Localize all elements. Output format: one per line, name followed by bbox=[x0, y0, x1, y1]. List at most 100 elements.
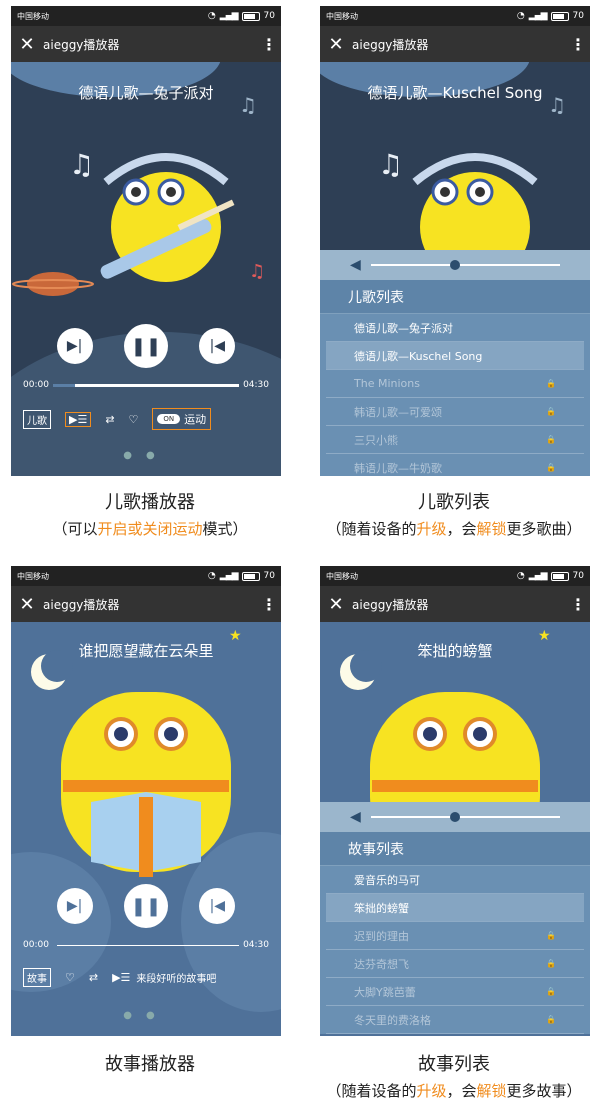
time-total: 04:30 bbox=[243, 380, 269, 390]
playlist-item-label: 大脚Y跳芭蕾 bbox=[354, 985, 416, 999]
toggle-on-label: ON bbox=[157, 414, 181, 424]
playlist-item[interactable]: 爱音乐的马可 bbox=[326, 866, 584, 894]
app-bar: ✕ aieggy播放器 ⋮ bbox=[320, 586, 590, 622]
playlist-item-label: 冬天里的费洛格 bbox=[354, 1013, 431, 1027]
playlist-item[interactable]: 德语儿歌—兔子派对 bbox=[326, 314, 584, 342]
progress-bar[interactable]: 00:00 04:30 bbox=[23, 940, 269, 950]
lock-icon: 🔒 bbox=[546, 379, 556, 388]
player-options: 儿歌 ▶☰ ⇄ ♡ ON 运动 bbox=[23, 408, 269, 430]
wifi-icon: ◔ bbox=[207, 571, 216, 581]
skip-back-icon: |◀ bbox=[209, 898, 226, 914]
pause-button[interactable]: ❚❚ bbox=[123, 884, 168, 928]
more-button[interactable]: ⋮ bbox=[566, 595, 590, 614]
story-prompt[interactable]: 来段好听的故事吧 bbox=[136, 970, 216, 985]
lock-icon: 🔒 bbox=[546, 1015, 556, 1024]
repeat-icon[interactable]: ⇄ bbox=[89, 971, 98, 984]
playlist-item[interactable]: 韩语儿歌—牛奶歌 🔒 bbox=[326, 454, 584, 476]
speaker-icon: ◀ bbox=[350, 257, 361, 273]
app-title: aieggy播放器 bbox=[43, 597, 120, 612]
player-screen: ★ 笨拙的螃蟹 ◀ 故事列表 爱音乐的马可 笨拙的螃蟹 迟到的理由 🔒 达芬奇想飞 🔒 大脚… bbox=[320, 622, 590, 1036]
more-button[interactable]: ⋮ bbox=[257, 595, 281, 614]
carrier-label: 中国移动 bbox=[326, 11, 358, 21]
song-title: 笨拙的螃蟹 bbox=[417, 642, 493, 660]
playlist-item-label: 爱音乐的马可 bbox=[354, 873, 420, 887]
progress-fill bbox=[52, 383, 76, 387]
page-indicator: ●● bbox=[123, 450, 169, 461]
lock-icon: 🔒 bbox=[546, 959, 556, 968]
playlist-title: 儿歌列表 bbox=[320, 280, 590, 314]
lock-icon: 🔒 bbox=[546, 931, 556, 940]
phone-kids-song-player: 中国移动 ◔ ▂▄▆ 70 ✕ aieggy播放器 ⋮ ♫ ♫ ♫ 德语儿歌—兔子派… bbox=[11, 6, 281, 476]
pause-icon: ❚❚ bbox=[130, 335, 162, 357]
caption-title: 儿歌播放器 bbox=[105, 492, 195, 513]
signal-icon: ▂▄▆ bbox=[528, 11, 548, 21]
playlist-item[interactable]: 迟到的理由 🔒 bbox=[326, 922, 584, 950]
playlist-item[interactable]: 冬天里的费洛格 🔒 bbox=[326, 1006, 584, 1034]
close-button[interactable]: ✕ bbox=[11, 34, 43, 55]
motion-label: 运动 bbox=[184, 413, 207, 426]
progress-fill bbox=[52, 944, 57, 948]
caption-title: 儿歌列表 bbox=[418, 492, 490, 513]
volume-knob[interactable] bbox=[450, 260, 461, 270]
playlist-item[interactable]: 达芬奇想飞 🔒 bbox=[326, 950, 584, 978]
status-bar: 中国移动 ◔ ▂▄▆ 70 bbox=[11, 566, 281, 586]
playlist-item[interactable]: 笨拙的螃蟹 bbox=[326, 894, 584, 922]
more-button[interactable]: ⋮ bbox=[257, 35, 281, 54]
playlist-item[interactable]: 韩语儿歌—可爱颂 🔒 bbox=[326, 398, 584, 426]
battery-level: 70 bbox=[572, 11, 584, 21]
motion-mode-toggle[interactable]: ON 运动 bbox=[152, 408, 212, 430]
volume-knob[interactable] bbox=[450, 812, 461, 822]
playlist-item[interactable]: The Minions 🔒 bbox=[326, 370, 584, 398]
playlist-item[interactable]: 德语儿歌—Kuschel Song bbox=[326, 342, 584, 370]
playlist-panel: ◀ 故事列表 爱音乐的马可 笨拙的螃蟹 迟到的理由 🔒 达芬奇想飞 🔒 大脚Y跳芭蕾 🔒 冬天里… bbox=[320, 802, 590, 1034]
battery-level: 70 bbox=[572, 571, 584, 581]
heart-icon[interactable]: ♡ bbox=[65, 971, 75, 984]
category-tag[interactable]: 儿歌 bbox=[23, 409, 51, 429]
pause-button[interactable]: ❚❚ bbox=[123, 324, 168, 368]
svg-text:♫: ♫ bbox=[378, 148, 403, 181]
battery-icon bbox=[550, 11, 569, 21]
next-button[interactable]: ▶| bbox=[56, 328, 93, 364]
caption-story-list: 故事列表 （随着设备的升级，会解锁更多故事） bbox=[306, 1050, 602, 1101]
next-button[interactable]: ▶| bbox=[56, 888, 93, 924]
category-tag[interactable]: 故事 bbox=[23, 968, 51, 987]
close-button[interactable]: ✕ bbox=[320, 594, 352, 615]
progress-bar[interactable]: 00:00 04:30 bbox=[23, 380, 269, 390]
close-button[interactable]: ✕ bbox=[320, 34, 352, 55]
app-bar: ✕ aieggy播放器 ⋮ bbox=[320, 26, 590, 62]
skip-back-icon: |◀ bbox=[209, 338, 226, 354]
wifi-icon: ◔ bbox=[516, 571, 525, 581]
player-screen: ★ 谁把愿望藏在云朵里 ▶| ❚❚ |◀ 00:00 04:30 故事 ♡ ⇄ … bbox=[11, 622, 281, 1036]
volume-control[interactable]: ◀ bbox=[320, 802, 590, 832]
repeat-icon[interactable]: ⇄ bbox=[105, 413, 114, 426]
time-elapsed: 00:00 bbox=[23, 940, 49, 950]
previous-button[interactable]: |◀ bbox=[199, 328, 236, 364]
caption-story-player: 故事播放器 bbox=[0, 1050, 300, 1076]
heart-icon[interactable]: ♡ bbox=[129, 413, 139, 426]
playlist-icon[interactable]: ▶☰ bbox=[65, 411, 92, 427]
playlist-item-label: 笨拙的螃蟹 bbox=[354, 901, 409, 915]
caption-subtitle: （随着设备的升级，会解锁更多故事） bbox=[326, 1082, 582, 1100]
playlist-item-label: 德语儿歌—兔子派对 bbox=[354, 321, 453, 335]
app-bar: ✕ aieggy播放器 ⋮ bbox=[11, 26, 281, 62]
close-button[interactable]: ✕ bbox=[11, 594, 43, 615]
more-button[interactable]: ⋮ bbox=[566, 35, 590, 54]
playlist-title: 故事列表 bbox=[320, 832, 590, 866]
song-title: 德语儿歌—兔子派对 bbox=[78, 84, 214, 102]
app-bar: ✕ aieggy播放器 ⋮ bbox=[11, 586, 281, 622]
playlist-item[interactable]: 三只小熊 🔒 bbox=[326, 426, 584, 454]
caption-title: 故事播放器 bbox=[105, 1054, 195, 1075]
playlist-panel: ◀ 儿歌列表 德语儿歌—兔子派对德语儿歌—Kuschel Song The Min… bbox=[320, 250, 590, 476]
phone-story-list: 中国移动 ◔ ▂▄▆ 70 ✕ aieggy播放器 ⋮ ★ 笨拙的螃蟹 ◀ 故事列表… bbox=[320, 566, 590, 1036]
signal-icon: ▂▄▆ bbox=[219, 11, 239, 21]
playback-controls: ▶| ❚❚ |◀ bbox=[11, 884, 281, 928]
player-options: 故事 ♡ ⇄ ▶☰ 来段好听的故事吧 bbox=[23, 968, 269, 987]
playlist-icon[interactable]: ▶☰ bbox=[112, 971, 130, 984]
song-title: 谁把愿望藏在云朵里 bbox=[78, 642, 214, 660]
previous-button[interactable]: |◀ bbox=[199, 888, 236, 924]
playlist-item-label: 迟到的理由 bbox=[354, 929, 409, 943]
playlist-item[interactable]: 大脚Y跳芭蕾 🔒 bbox=[326, 978, 584, 1006]
app-title: aieggy播放器 bbox=[43, 37, 120, 52]
volume-control[interactable]: ◀ bbox=[320, 250, 590, 280]
player-screen: ♫ ♫ 德语儿歌—Kuschel Song ◀ 儿歌列表 德语儿歌—兔子派对 德语… bbox=[320, 62, 590, 476]
